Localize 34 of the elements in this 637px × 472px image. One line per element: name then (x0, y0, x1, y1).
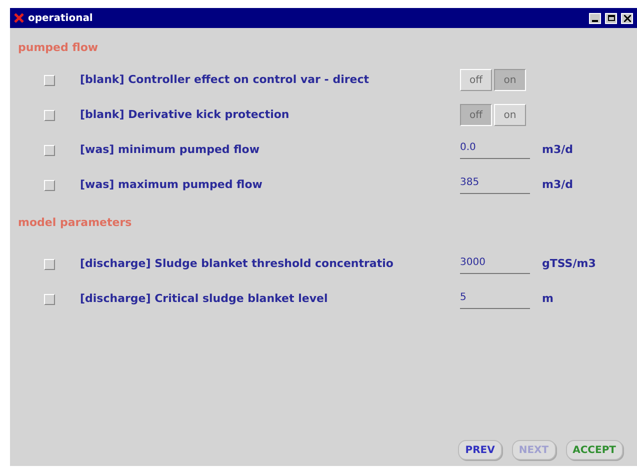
parameter-label: [blank] Derivative kick protection (80, 106, 290, 123)
toggle-option[interactable]: off (460, 69, 492, 91)
maximize-button[interactable] (605, 12, 617, 24)
parameter-label: [discharge] Critical sludge blanket level (80, 291, 329, 308)
checkbox[interactable] (44, 259, 54, 270)
checkbox[interactable] (44, 144, 54, 156)
input-field[interactable]: 5 (460, 290, 530, 308)
checkbox[interactable] (44, 294, 54, 305)
input-field[interactable]: 3000 (460, 256, 530, 274)
unit-label: gTSS/m3 (542, 256, 596, 272)
nav-button[interactable]: ACCEPT (566, 440, 623, 460)
toggle-option[interactable]: off (460, 104, 492, 126)
minimize-button[interactable] (589, 12, 601, 24)
nav-button[interactable]: PREV (458, 440, 502, 460)
app-logo-icon (14, 13, 24, 23)
unit-label: m3/d (542, 142, 574, 158)
unit-label: m3/d (542, 176, 574, 193)
parameter-label: [was] minimum pumped flow (80, 142, 261, 158)
toggle-option[interactable]: on (494, 69, 526, 91)
unit-label: m (542, 291, 554, 308)
input-field[interactable]: 385 (460, 176, 530, 194)
window-title: operational (28, 12, 94, 26)
close-icon (624, 14, 630, 22)
checkbox[interactable] (44, 74, 54, 86)
parameter-label: [discharge] Sludge blanket threshold concentratio (80, 256, 394, 272)
section-heading: model parameters (18, 214, 133, 230)
parameter-label: [blank] Controller effect on control var - direct (80, 72, 370, 88)
toggle-option[interactable]: on (494, 104, 526, 126)
checkbox[interactable] (44, 110, 54, 120)
close-button[interactable] (621, 12, 633, 24)
checkbox[interactable] (44, 180, 54, 190)
input-field[interactable]: 0.0 (460, 141, 530, 159)
section-heading: pumped flow (18, 40, 100, 56)
parameter-label: [was] maximum pumped flow (80, 176, 264, 193)
